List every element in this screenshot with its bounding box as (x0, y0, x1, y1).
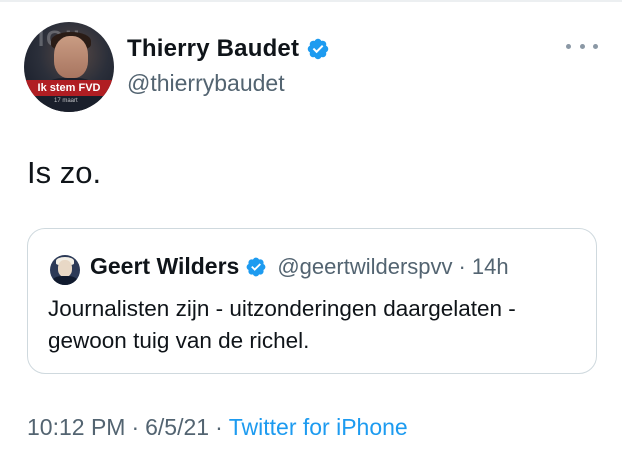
author-display-name[interactable]: Thierry Baudet (127, 35, 299, 63)
quoted-header: Geert Wilders @geertwilderspvv · 14h (90, 253, 509, 280)
tweet-meta: 10:12 PM · 6/5/21 · Twitter for iPhone (27, 414, 408, 441)
quoted-author-avatar (50, 255, 80, 285)
tweet-source-link[interactable]: Twitter for iPhone (229, 414, 408, 440)
quoted-avatar-face (58, 260, 72, 277)
top-divider (0, 0, 622, 2)
author-handle[interactable]: @thierrybaudet (127, 70, 285, 97)
avatar-banner: Ik stem FVD (24, 80, 114, 96)
meta-separator: · (215, 414, 223, 440)
tweet-time[interactable]: 10:12 PM (27, 414, 125, 440)
tweet-text: Is zo. (27, 155, 102, 190)
more-options-icon[interactable] (566, 40, 598, 52)
avatar-date-chip: 17 maart (54, 98, 78, 104)
quoted-time: 14h (471, 253, 509, 279)
tweet-card: IGII Ik stem FVD 17 maart Thierry Baudet… (0, 0, 622, 455)
more-dot (579, 43, 585, 49)
tweet-date[interactable]: 6/5/21 (145, 414, 209, 440)
quoted-verified-badge-icon (246, 257, 266, 276)
quoted-display-name: Geert Wilders (90, 253, 240, 279)
quoted-text: Journalisten zijn - uitzonderingen daarg… (48, 296, 516, 353)
avatar-face (54, 36, 88, 78)
quoted-separator: · (458, 253, 466, 279)
more-dot (566, 43, 571, 49)
verified-badge-icon (307, 38, 329, 60)
quoted-avatar-suit (52, 276, 78, 285)
meta-separator: · (131, 414, 140, 440)
more-dot (593, 43, 598, 49)
author-avatar[interactable]: IGII Ik stem FVD 17 maart (24, 22, 114, 112)
quoted-tweet[interactable]: Geert Wilders @geertwilderspvv · 14h Jou… (27, 228, 597, 374)
quoted-handle: @geertwilderspvv (277, 253, 453, 279)
author-name-row: Thierry Baudet (127, 35, 330, 63)
